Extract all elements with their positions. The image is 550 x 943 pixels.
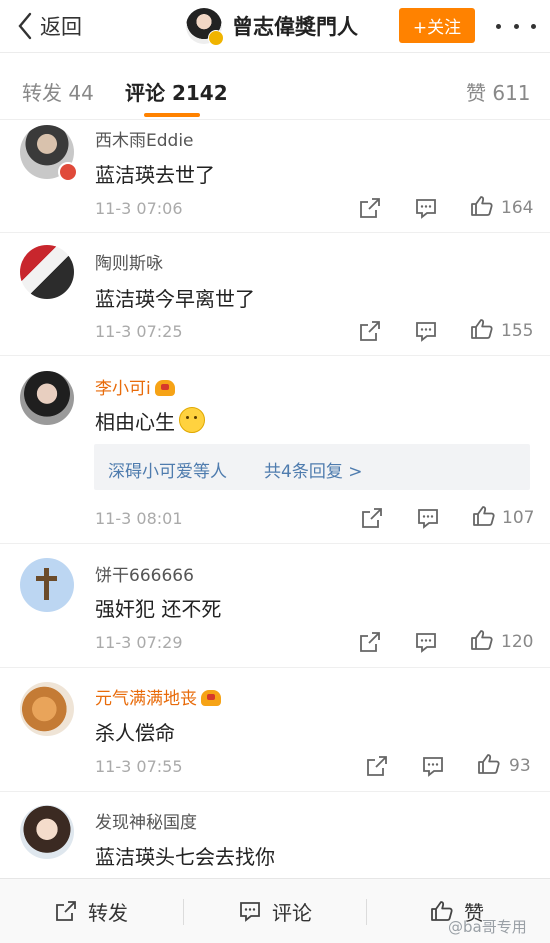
watermark: @ba哥专用: [448, 918, 527, 936]
tab-comments[interactable]: 评论 2142: [125, 77, 228, 106]
comment-text: 蓝洁瑛头七会去找你: [95, 845, 275, 869]
poster-name: 曾志偉獎門人: [232, 15, 358, 39]
reply-icon[interactable]: [421, 754, 445, 778]
comment-icon: [240, 902, 260, 922]
vip-badge-icon: [58, 162, 78, 182]
reply-icon[interactable]: [414, 630, 438, 654]
cross-icon: [44, 568, 49, 600]
comment-label: 评论: [272, 900, 312, 925]
comment-text: 强奸犯 还不死: [95, 597, 222, 621]
follow-button[interactable]: +关注: [399, 8, 475, 43]
user-avatar[interactable]: [20, 682, 74, 736]
repost-button[interactable]: 转发: [54, 879, 128, 943]
thinking-emoji-icon: [179, 407, 205, 433]
share-icon[interactable]: [360, 506, 384, 530]
like-icon[interactable]: [470, 194, 494, 218]
comment-username[interactable]: 陶则斯咏: [95, 249, 163, 274]
divider: [183, 899, 184, 925]
like-icon[interactable]: [477, 752, 501, 776]
comment-time: 11-3 07:25: [95, 322, 183, 341]
reply-icon[interactable]: [414, 319, 438, 343]
comment-time: 11-3 07:06: [95, 199, 183, 218]
share-icon: [56, 901, 76, 921]
share-icon[interactable]: [358, 630, 382, 654]
chevron-left-icon: [18, 12, 32, 40]
comment-time: 11-3 08:01: [95, 509, 183, 528]
user-avatar[interactable]: [20, 371, 74, 425]
like-count: 93: [509, 756, 531, 776]
like-count: 164: [501, 198, 534, 218]
comment-item: 饼干666666 强奸犯 还不死 11-3 07:29 120: [0, 544, 550, 668]
share-icon[interactable]: [358, 319, 382, 343]
share-icon[interactable]: [358, 196, 382, 220]
reply-icon[interactable]: [414, 196, 438, 220]
comment-button[interactable]: 评论: [238, 879, 312, 943]
comment-text-body: 相由心生: [95, 410, 175, 434]
comment-username-text: 李小可i: [95, 379, 151, 399]
comment-username-text: 元气满满地丧: [95, 689, 197, 709]
vip-crown-icon: [201, 690, 221, 706]
comment-time: 11-3 07:29: [95, 633, 183, 652]
like-count: 107: [502, 508, 535, 528]
comment-item: 西木雨Eddie 蓝洁瑛去世了 11-3 07:06 164: [0, 120, 550, 233]
like-count: 120: [501, 632, 534, 652]
more-options-icon[interactable]: [496, 12, 536, 40]
active-tab-indicator: [144, 113, 200, 117]
divider: [366, 899, 367, 925]
top-navigation-bar: 返回 曾志偉獎門人 +关注: [0, 0, 550, 53]
comment-username[interactable]: 饼干666666: [95, 561, 194, 586]
tab-likes[interactable]: 赞 611: [466, 77, 531, 106]
comment-username[interactable]: 西木雨Eddie: [95, 126, 194, 151]
reply-users-link[interactable]: 深碍小可爱等人: [108, 457, 227, 482]
poster-avatar[interactable]: [186, 8, 224, 46]
like-icon[interactable]: [472, 504, 496, 528]
comment-username[interactable]: 元气满满地丧: [95, 684, 221, 709]
comment-text: 蓝洁瑛去世了: [95, 163, 215, 187]
comment-text: 蓝洁瑛今早离世了: [95, 287, 255, 311]
comment-item: 元气满满地丧 杀人偿命 11-3 07:55 93: [0, 668, 550, 792]
like-icon[interactable]: [470, 628, 494, 652]
repost-label: 转发: [88, 900, 128, 925]
post-tabs: 转发 44 评论 2142 赞 611: [0, 53, 550, 120]
comment-item: 发现神秘国度 蓝洁瑛头七会去找你: [0, 792, 550, 878]
comment-item: 陶则斯咏 蓝洁瑛今早离世了 11-3 07:25 155: [0, 233, 550, 356]
tab-repost[interactable]: 转发 44: [22, 77, 94, 106]
vip-crown-icon: [154, 380, 175, 396]
comment-text: 杀人偿命: [95, 721, 175, 745]
reply-icon[interactable]: [416, 506, 440, 530]
poster-profile[interactable]: 曾志偉獎門人: [186, 8, 358, 46]
user-avatar[interactable]: [20, 805, 74, 859]
comment-username[interactable]: 李小可i: [95, 374, 175, 399]
user-avatar[interactable]: [20, 558, 74, 612]
share-icon[interactable]: [365, 754, 389, 778]
user-avatar[interactable]: [20, 245, 74, 299]
back-label: 返回: [40, 15, 82, 39]
verified-badge-icon: [208, 30, 224, 46]
comment-item: 李小可i 相由心生 深碍小可爱等人 共4条回复 > 11-3 08:01 107: [0, 356, 550, 544]
reply-preview[interactable]: 深碍小可爱等人 共4条回复 >: [94, 444, 530, 490]
comment-time: 11-3 07:55: [95, 757, 183, 776]
comment-username[interactable]: 发现神秘国度: [95, 808, 197, 833]
back-button[interactable]: 返回: [16, 10, 82, 42]
comment-text: 相由心生: [95, 406, 205, 435]
like-icon[interactable]: [470, 317, 494, 341]
like-count: 155: [501, 321, 534, 341]
reply-count-link[interactable]: 共4条回复 >: [264, 457, 362, 482]
